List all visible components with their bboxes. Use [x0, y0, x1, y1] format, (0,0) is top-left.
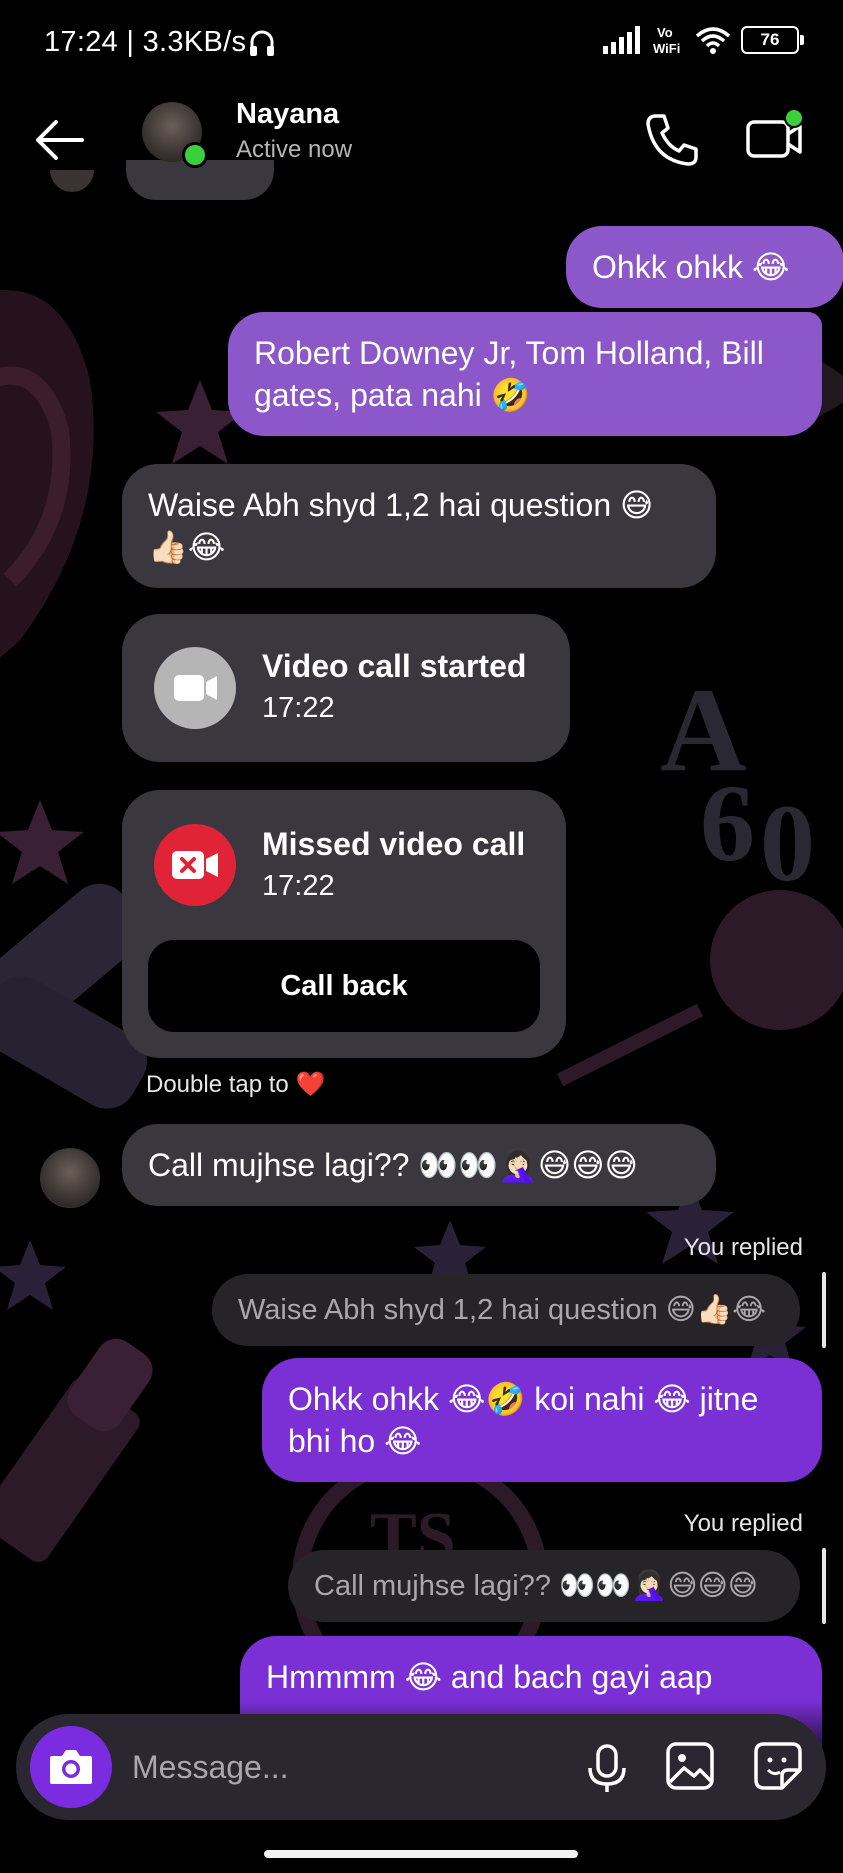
reply-indicator-bar [822, 1272, 826, 1348]
message-received[interactable]: Call mujhse lagi?? 👀👀🤦🏻‍♀️😅😅😅 [122, 1124, 716, 1206]
missed-video-call-card[interactable]: Missed video call 17:22 Call back [122, 790, 566, 1058]
status-icons: Vo WiFi 76 [603, 24, 804, 56]
sender-avatar[interactable] [40, 1148, 100, 1208]
online-indicator [182, 142, 208, 168]
call-title: Video call started [262, 648, 527, 684]
battery-indicator: 76 [741, 26, 804, 54]
message-sent[interactable]: Robert Downey Jr, Tom Holland, Bill gate… [228, 312, 822, 436]
contact-avatar[interactable] [142, 102, 208, 168]
gallery-icon[interactable] [664, 1740, 716, 1792]
camera-button[interactable] [30, 1726, 112, 1808]
headphones-icon [250, 30, 274, 56]
reply-preview[interactable]: Waise Abh shyd 1,2 hai question 😅👍🏻😂 [212, 1274, 800, 1346]
sticker-icon[interactable] [752, 1740, 804, 1792]
svg-text:Vo: Vo [657, 25, 673, 40]
you-replied-label: You replied [683, 1510, 803, 1537]
wifi-icon [695, 27, 731, 54]
message-input[interactable] [130, 1740, 554, 1794]
home-indicator[interactable] [264, 1850, 578, 1858]
call-time: 17:22 [262, 692, 335, 724]
message-received[interactable]: Waise Abh shyd 1,2 hai question 😅 👍🏻😂 [122, 464, 716, 588]
video-call-icon[interactable] [742, 106, 808, 172]
svg-text:WiFi: WiFi [653, 41, 680, 56]
camera-icon [50, 1750, 92, 1784]
vowifi-icon: Vo WiFi [653, 25, 680, 56]
status-bar: 17:24 | 3.3KB/s Vo WiFi 76 [0, 0, 843, 90]
missed-call-icon-circle [154, 824, 236, 906]
phone-call-icon[interactable] [642, 110, 702, 170]
video-camera-icon [174, 675, 217, 701]
chat-header: Nayana Active now [0, 90, 843, 190]
video-call-started-card[interactable]: Video call started 17:22 [122, 614, 570, 762]
call-time: 17:22 [262, 870, 335, 902]
video-call-icon-circle [154, 647, 236, 729]
microphone-icon[interactable] [582, 1742, 632, 1794]
missed-video-icon [172, 851, 218, 879]
svg-text:0: 0 [760, 782, 815, 904]
message-sent[interactable]: Ohkk ohkk 😂 [566, 226, 843, 308]
you-replied-label: You replied [683, 1234, 803, 1261]
back-arrow-icon[interactable] [30, 110, 90, 170]
contact-status: Active now [236, 136, 353, 163]
call-title: Missed video call [262, 826, 526, 862]
message-sent[interactable]: Ohkk ohkk 😂🤣 koi nahi 😂 jitne bhi ho 😂 [262, 1358, 822, 1482]
message-composer [16, 1714, 826, 1820]
reply-indicator-bar [822, 1548, 826, 1624]
call-back-button[interactable]: Call back [148, 940, 540, 1032]
double-tap-hint: Double tap to ❤️ [146, 1071, 326, 1098]
contact-name[interactable]: Nayana [236, 98, 339, 131]
signal-icon [603, 26, 640, 54]
svg-text:6: 6 [700, 762, 755, 884]
reply-preview[interactable]: Call mujhse lagi?? 👀👀🤦🏻‍♀️😅😅😅 [288, 1550, 800, 1622]
status-time: 17:24 | 3.3KB/s [44, 26, 247, 58]
